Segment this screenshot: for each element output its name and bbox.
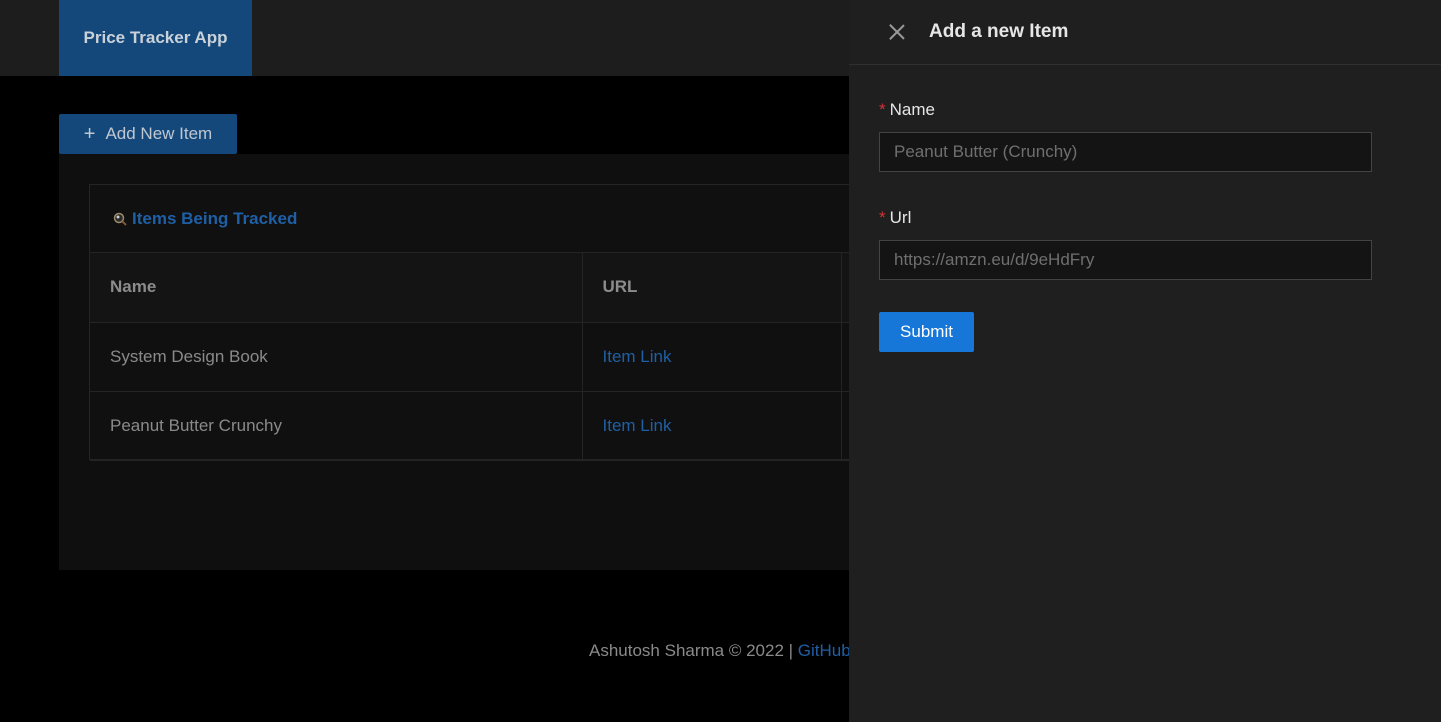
name-form-item: * Name Peanut Butter (Crunchy) [879,100,1372,172]
add-new-item-label: Add New Item [105,124,213,143]
url-form-item: * Url https://amzn.eu/d/9eHdFry [879,208,1372,280]
drawer-header: Add a new Item [849,0,1441,65]
name-input[interactable]: Peanut Butter (Crunchy) [879,132,1372,172]
github-link[interactable]: GitHub [798,641,851,660]
item-name: Peanut Butter Crunchy [90,391,583,461]
name-label: * Name [879,100,1372,120]
name-placeholder: Peanut Butter (Crunchy) [894,142,1078,161]
item-link[interactable]: Item Link [603,347,672,366]
url-input[interactable]: https://amzn.eu/d/9eHdFry [879,240,1372,280]
url-label: * Url [879,208,1372,228]
add-new-item-button[interactable]: + Add New Item [59,114,237,154]
item-link[interactable]: Item Link [603,416,672,435]
required-mark: * [879,100,886,119]
close-icon[interactable] [887,22,907,42]
submit-button[interactable]: Submit [879,312,974,352]
drawer-title: Add a new Item [929,21,1069,42]
add-item-drawer: Add a new Item * Name Peanut Butter (Crun… [849,0,1441,722]
required-mark: * [879,208,886,227]
item-url-cell: Item Link [582,391,842,461]
column-header-name[interactable]: Name [90,253,583,323]
app-brand[interactable]: Price Tracker App [59,0,252,76]
card-title-text: Items Being Tracked [132,208,298,228]
magnifier-icon [113,212,127,226]
item-url-cell: Item Link [582,322,842,392]
item-name: System Design Book [90,322,583,392]
url-placeholder: https://amzn.eu/d/9eHdFry [894,250,1095,269]
name-label-text: Name [889,100,935,119]
url-label-text: Url [889,208,912,227]
column-header-url[interactable]: URL [582,253,842,323]
footer-text: Ashutosh Sharma © 2022 | [589,641,798,660]
plus-icon: + [83,123,96,145]
footer: Ashutosh Sharma © 2022 | GitHub [589,641,851,661]
